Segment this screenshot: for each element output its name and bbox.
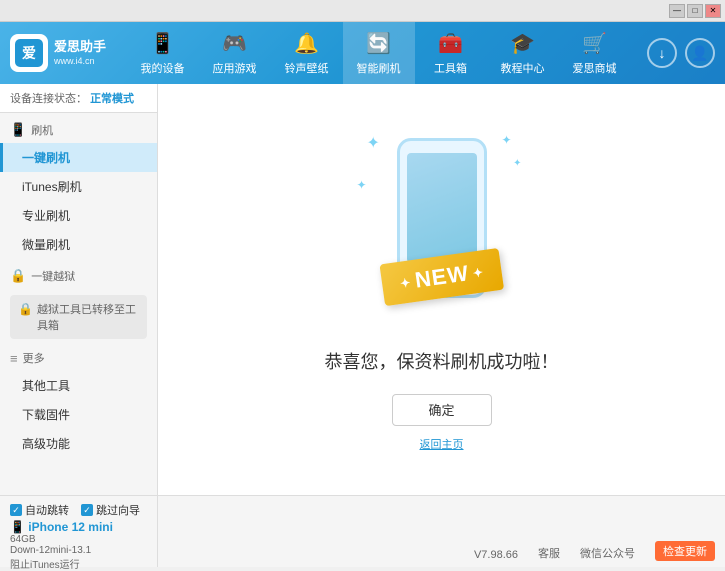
download-button[interactable]: ↓ [647, 38, 677, 68]
window-controls: — □ ✕ [669, 4, 721, 18]
sparkle-4: ✦ [513, 158, 521, 169]
wechat-link[interactable]: 微信公众号 [580, 545, 635, 561]
auto-jump-box: ✓ [10, 504, 22, 516]
smart-shop-icon: 🔄 [366, 31, 391, 56]
sidebar: 设备连接状态： 正常模式 📱 刷机 一键刷机 iTunes刷机 专业刷机 微量刷… [0, 84, 158, 495]
skip-wizard-checkbox[interactable]: ✓ 跳过向导 [81, 502, 140, 518]
success-illustration: ✦ ✦ ✦ ✦ NEW [352, 128, 532, 328]
minimize-button[interactable]: — [669, 4, 685, 18]
jailbreak-locked-notice: 🔒 越狱工具已转移至工具箱 [10, 295, 147, 339]
phone-screen [407, 153, 477, 263]
sidebar-item-one-click-flash[interactable]: 一键刷机 [0, 143, 157, 172]
success-message: 恭喜您，保资料刷机成功啦！ [325, 348, 559, 374]
support-link[interactable]: 客服 [538, 545, 560, 561]
sparkle-3: ✦ [501, 133, 511, 147]
user-button[interactable]: 👤 [685, 38, 715, 68]
sidebar-item-other-tools[interactable]: 其他工具 [0, 371, 157, 400]
nav-ringtones[interactable]: 🔔 铃声壁纸 [271, 22, 343, 84]
ringtones-icon: 🔔 [294, 31, 319, 56]
version-text: V7.98.66 [474, 549, 518, 561]
nav-my-device[interactable]: 📱 我的设备 [127, 22, 199, 84]
nav-items: 📱 我的设备 🎮 应用游戏 🔔 铃声壁纸 🔄 智能刷机 🧰 工具箱 🎓 教程中心… [110, 22, 647, 84]
nav-toolbox[interactable]: 🧰 工具箱 [415, 22, 487, 84]
flash-section-icon: 📱 [10, 122, 26, 138]
device-name-text: iPhone 12 mini [28, 520, 113, 534]
device-info: 📱 iPhone 12 mini 64GB Down-12mini-13.1 [10, 520, 147, 556]
bottom-area: ✓ 自动跳转 ✓ 跳过向导 📱 iPhone 12 mini 64GB Down… [0, 495, 725, 567]
skip-wizard-label: 跳过向导 [96, 502, 140, 518]
logo-area: 爱 爱思助手 www.i4.cn [10, 34, 110, 72]
nav-tutorial[interactable]: 🎓 教程中心 [487, 22, 559, 84]
nav-apps-games[interactable]: 🎮 应用游戏 [199, 22, 271, 84]
bottom-content: V7.98.66 客服 微信公众号 检查更新 [158, 496, 725, 567]
bottom-sidebar: ✓ 自动跳转 ✓ 跳过向导 📱 iPhone 12 mini 64GB Down… [0, 496, 158, 567]
back-link[interactable]: 返回主页 [420, 436, 464, 452]
device-name: 📱 iPhone 12 mini [10, 520, 147, 534]
jailbreak-lock-message: 越狱工具已转移至工具箱 [37, 301, 139, 333]
status-value: 正常模式 [90, 93, 134, 105]
store-icon: 🛒 [582, 31, 607, 56]
connection-status: 设备连接状态： 正常模式 [0, 84, 157, 113]
more-section: ≡ 更多 其他工具 下载固件 高级功能 [0, 345, 157, 458]
update-button[interactable]: 检查更新 [655, 541, 715, 561]
jailbreak-section: 🔒 一键越狱 🔒 越狱工具已转移至工具箱 [0, 263, 157, 339]
logo-icon: 爱 [10, 34, 48, 72]
tutorial-icon: 🎓 [510, 31, 535, 56]
header-right: ↓ 👤 [647, 38, 715, 68]
header: 爱 爱思助手 www.i4.cn 📱 我的设备 🎮 应用游戏 🔔 铃声壁纸 🔄 … [0, 22, 725, 84]
auto-jump-checkbox[interactable]: ✓ 自动跳转 [10, 502, 69, 518]
sidebar-item-advanced[interactable]: 高级功能 [0, 429, 157, 458]
itunes-status: 阻止iTunes运行 [10, 556, 147, 571]
sidebar-item-itunes-flash[interactable]: iTunes刷机 [0, 172, 157, 201]
confirm-button[interactable]: 确定 [392, 394, 492, 426]
lock-section-icon: 🔒 [10, 268, 26, 284]
flash-section: 📱 刷机 一键刷机 iTunes刷机 专业刷机 微量刷机 [0, 117, 157, 259]
more-section-title: ≡ 更多 [0, 345, 157, 371]
sidebar-item-save-flash[interactable]: 微量刷机 [0, 230, 157, 259]
status-label: 设备连接状态： [10, 93, 87, 105]
device-system: Down-12mini-13.1 [10, 545, 147, 556]
nav-ringtones-label: 铃声壁纸 [285, 60, 329, 76]
nav-toolbox-label: 工具箱 [434, 60, 467, 76]
lock-icon: 🔒 [18, 302, 33, 316]
close-button[interactable]: ✕ [705, 4, 721, 18]
content-area: ✦ ✦ ✦ ✦ NEW 恭喜您，保资料刷机成功啦！ 确定 返回主页 [158, 84, 725, 495]
my-device-icon: 📱 [150, 31, 175, 56]
nav-tutorial-label: 教程中心 [501, 60, 545, 76]
jailbreak-section-title: 🔒 一键越狱 [0, 263, 157, 289]
auto-jump-check: ✓ [12, 505, 20, 516]
more-section-icon: ≡ [10, 351, 18, 366]
nav-apps-games-label: 应用游戏 [213, 60, 257, 76]
sidebar-item-download-firmware[interactable]: 下载固件 [0, 400, 157, 429]
auto-jump-label: 自动跳转 [25, 502, 69, 518]
apps-games-icon: 🎮 [222, 31, 247, 56]
flash-section-label: 刷机 [31, 122, 53, 138]
nav-store-label: 爱思商城 [573, 60, 617, 76]
skip-wizard-box: ✓ [81, 504, 93, 516]
nav-store[interactable]: 🛒 爱思商城 [559, 22, 631, 84]
logo-symbol: 爱 [15, 39, 43, 67]
skip-wizard-check: ✓ [83, 505, 91, 516]
more-section-label: 更多 [23, 350, 45, 366]
toolbox-icon: 🧰 [438, 31, 463, 56]
app-name: 爱思助手 [54, 39, 106, 56]
itunes-status-text: 阻止iTunes运行 [10, 556, 80, 571]
sparkle-1: ✦ [367, 133, 380, 153]
main-area: 设备连接状态： 正常模式 📱 刷机 一键刷机 iTunes刷机 专业刷机 微量刷… [0, 84, 725, 495]
flash-section-title: 📱 刷机 [0, 117, 157, 143]
sidebar-item-pro-flash[interactable]: 专业刷机 [0, 201, 157, 230]
device-storage: 64GB [10, 534, 147, 545]
device-icon: 📱 [10, 520, 28, 534]
logo-text: 爱思助手 www.i4.cn [54, 39, 106, 68]
checkbox-group: ✓ 自动跳转 ✓ 跳过向导 [10, 502, 147, 518]
nav-smart-shop[interactable]: 🔄 智能刷机 [343, 22, 415, 84]
sparkle-2: ✦ [357, 178, 367, 192]
nav-my-device-label: 我的设备 [141, 60, 185, 76]
title-bar: — □ ✕ [0, 0, 725, 22]
jailbreak-section-label: 一键越狱 [31, 268, 75, 284]
nav-smart-shop-label: 智能刷机 [357, 60, 401, 76]
app-url: www.i4.cn [54, 56, 106, 68]
maximize-button[interactable]: □ [687, 4, 703, 18]
